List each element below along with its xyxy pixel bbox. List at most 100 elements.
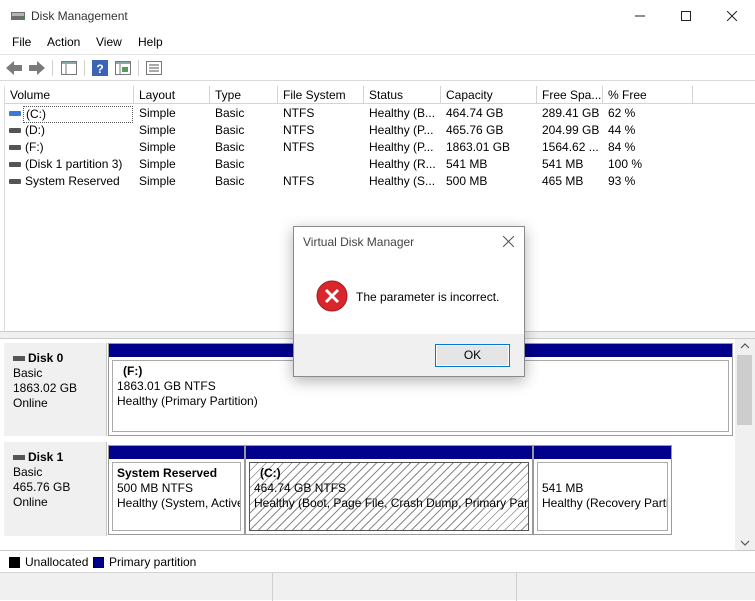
- dialog-footer: OK: [294, 334, 524, 376]
- partition-status: Healthy (Primary Partition): [117, 394, 258, 408]
- scrollbar-thumb[interactable]: [737, 355, 752, 425]
- list-view-icon: [146, 61, 162, 75]
- partition-c[interactable]: (C:) 464.74 GB NTFS Healthy (Boot, Page …: [245, 445, 533, 535]
- table-row[interactable]: (D:) Simple Basic NTFS Healthy (P... 465…: [5, 122, 705, 139]
- column-header-percent-free[interactable]: % Free: [603, 86, 693, 104]
- menu-help[interactable]: Help: [138, 35, 163, 49]
- scroll-down-icon[interactable]: [740, 540, 750, 546]
- status-cell: Healthy (P...: [369, 140, 434, 154]
- table-row[interactable]: System Reserved Simple Basic NTFS Health…: [5, 173, 705, 190]
- back-arrow-icon: [6, 61, 22, 75]
- column-header-free-space[interactable]: Free Spa...: [537, 86, 603, 104]
- partition-status: Healthy (System, Active: [117, 496, 241, 510]
- drive-icon: [9, 162, 21, 167]
- table-row[interactable]: (Disk 1 partition 3) Simple Basic Health…: [5, 156, 705, 173]
- volume-name: (C:): [23, 106, 133, 123]
- disk-1-label[interactable]: Disk 1 Basic 465.76 GB Online: [4, 442, 107, 536]
- scroll-up-icon[interactable]: [740, 343, 750, 349]
- disk-0-label[interactable]: Disk 0 Basic 1863.02 GB Online: [4, 343, 107, 436]
- close-button[interactable]: [709, 0, 755, 32]
- status-cell: Healthy (P...: [369, 123, 434, 137]
- column-header-layout[interactable]: Layout: [134, 86, 210, 104]
- disk-type: Basic: [13, 465, 43, 479]
- disk-icon: [13, 455, 25, 461]
- free-space-cell: 465 MB: [542, 174, 584, 188]
- menu-action[interactable]: Action: [47, 35, 80, 49]
- capacity-cell: 500 MB: [446, 174, 488, 188]
- type-cell: Basic: [215, 123, 245, 137]
- status-bar: [0, 572, 755, 601]
- partition-title: (C:): [260, 466, 281, 480]
- file-system-cell: NTFS: [283, 174, 315, 188]
- help-icon: ?: [92, 60, 108, 76]
- legend: Unallocated Primary partition: [0, 550, 755, 572]
- partition-recovery[interactable]: 541 MB Healthy (Recovery Parti: [533, 445, 672, 535]
- column-header-status[interactable]: Status: [364, 86, 441, 104]
- percent-free-cell: 84 %: [608, 140, 636, 154]
- ok-button[interactable]: OK: [435, 344, 510, 367]
- partition-size: 1863.01 GB NTFS: [117, 379, 216, 393]
- column-header-file-system[interactable]: File System: [278, 86, 364, 104]
- partition-system-reserved[interactable]: System Reserved 500 MB NTFS Healthy (Sys…: [108, 445, 245, 535]
- status-divider: [516, 573, 517, 601]
- title-bar[interactable]: Disk Management: [0, 0, 755, 32]
- percent-free-cell: 44 %: [608, 123, 636, 137]
- type-cell: Basic: [215, 106, 245, 120]
- column-header-capacity[interactable]: Capacity: [441, 86, 537, 104]
- column-header-blank: [693, 86, 755, 104]
- layout-cell: Simple: [139, 157, 176, 171]
- partition-details: 541 MB Healthy (Recovery Parti: [537, 462, 668, 531]
- menu-file[interactable]: File: [12, 35, 31, 49]
- primary-partition-swatch: [93, 557, 104, 568]
- forward-button[interactable]: [28, 59, 46, 77]
- close-icon: [502, 235, 514, 247]
- back-button[interactable]: [5, 59, 23, 77]
- minimize-icon: [635, 15, 645, 17]
- dialog-close-button[interactable]: [498, 231, 518, 251]
- table-row[interactable]: (C:) Simple Basic NTFS Healthy (B... 464…: [5, 105, 705, 123]
- legend-unallocated: Unallocated: [25, 555, 89, 569]
- partition-status: Healthy (Recovery Parti: [542, 496, 668, 510]
- free-space-cell: 204.99 GB: [542, 123, 600, 137]
- minimize-button[interactable]: [617, 0, 663, 32]
- show-list-button[interactable]: [145, 59, 163, 77]
- dialog-title: Virtual Disk Manager: [303, 235, 415, 249]
- status-cell: Healthy (R...: [369, 157, 436, 171]
- type-cell: Basic: [215, 174, 245, 188]
- disk-name: Disk 0: [28, 351, 64, 365]
- disk-icon: [13, 356, 25, 362]
- console-tree-button[interactable]: [60, 59, 78, 77]
- maximize-button[interactable]: [663, 0, 709, 32]
- table-row[interactable]: (F:) Simple Basic NTFS Healthy (P... 186…: [5, 139, 705, 156]
- disk-name: Disk 1: [28, 450, 64, 464]
- layout-cell: Simple: [139, 140, 176, 154]
- maximize-icon: [681, 11, 691, 21]
- layout-cell: Simple: [139, 106, 176, 120]
- percent-free-cell: 100 %: [608, 157, 643, 171]
- partition-size: 464.74 GB NTFS: [254, 481, 347, 495]
- primary-partition-bar: [246, 446, 532, 459]
- column-header-volume[interactable]: Volume: [5, 86, 134, 104]
- partition-details: System Reserved 500 MB NTFS Healthy (Sys…: [112, 462, 241, 531]
- partition-title: System Reserved: [117, 466, 218, 480]
- status-cell: Healthy (S...: [369, 174, 436, 188]
- unallocated-swatch: [9, 557, 20, 568]
- free-space-cell: 289.41 GB: [542, 106, 600, 120]
- console-tree-icon: [61, 61, 77, 75]
- error-icon: [316, 280, 348, 312]
- toolbar-separator: [52, 60, 53, 76]
- drive-icon: [9, 128, 21, 133]
- help-button[interactable]: ?: [91, 59, 109, 77]
- menu-view[interactable]: View: [96, 35, 122, 49]
- disk-type: Basic: [13, 366, 43, 380]
- partition-details: (C:) 464.74 GB NTFS Healthy (Boot, Page …: [249, 462, 529, 531]
- disk-state: Online: [13, 396, 48, 410]
- capacity-cell: 1863.01 GB: [446, 140, 511, 154]
- close-icon: [727, 11, 737, 21]
- properties-button[interactable]: [114, 59, 132, 77]
- free-space-cell: 1564.62 ...: [542, 140, 599, 154]
- percent-free-cell: 62 %: [608, 106, 636, 120]
- layout-cell: Simple: [139, 123, 176, 137]
- column-header-type[interactable]: Type: [210, 86, 278, 104]
- partition-size: 500 MB NTFS: [117, 481, 194, 495]
